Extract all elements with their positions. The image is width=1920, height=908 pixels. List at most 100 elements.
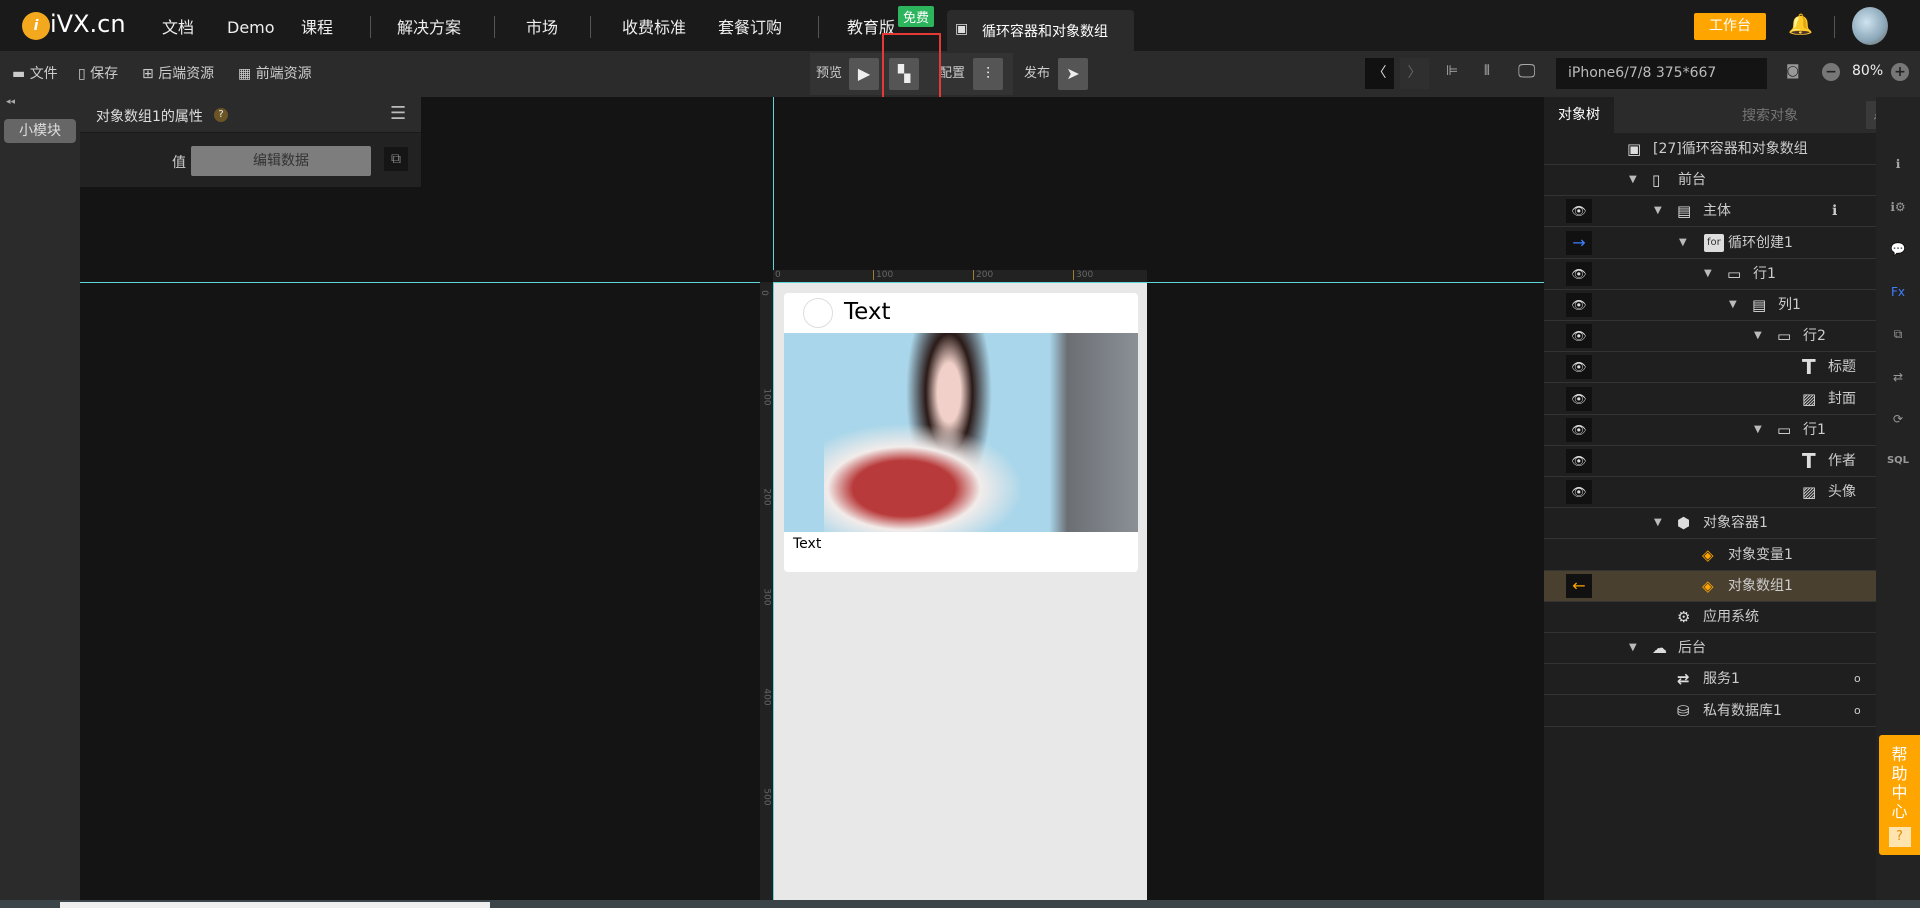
eye-icon[interactable]: 👁: [1566, 261, 1592, 286]
expand-caret-icon[interactable]: ▼: [1754, 415, 1762, 445]
expand-caret-icon[interactable]: ▼: [1679, 228, 1687, 258]
tree-item[interactable]: 👁 ▼ ▭ 行2: [1544, 321, 1876, 353]
tree-item[interactable]: ← ◈ 对象数组1: [1544, 570, 1876, 602]
expand-caret-icon[interactable]: ▼: [1729, 290, 1737, 320]
tree-item[interactable]: ⇄ 服务1 o: [1544, 664, 1876, 696]
tree-item-label: 对象变量1: [1728, 546, 1793, 563]
tree-item[interactable]: ▼ ☁ 后台: [1544, 633, 1876, 665]
eye-icon[interactable]: 👁: [1566, 386, 1592, 411]
align-icon[interactable]: ⊫: [1446, 63, 1458, 79]
arrow-left-icon[interactable]: ←: [1566, 573, 1592, 598]
tree-item[interactable]: 👁 ▨ 头像: [1544, 477, 1876, 509]
tree-item[interactable]: 👁 T 标题: [1544, 352, 1876, 384]
component-icon[interactable]: ⧉: [1886, 327, 1910, 347]
highlight-box: [882, 33, 941, 106]
expand-caret-icon[interactable]: ▼: [1654, 508, 1662, 538]
info-settings-icon[interactable]: ℹ⚙: [1886, 200, 1910, 220]
info-icon[interactable]: ℹ: [1832, 196, 1837, 226]
tree-item[interactable]: 👁 ▼ ▭ 行1: [1544, 259, 1876, 290]
refresh-icon[interactable]: ⟳: [1886, 412, 1910, 432]
screenshot-icon[interactable]: ◙: [1786, 63, 1800, 79]
nav-plans[interactable]: 套餐订购: [718, 0, 782, 51]
tree-item[interactable]: ▣ [27]循环容器和对象数组: [1544, 134, 1876, 165]
tree-item-label: 私有数据库1: [1703, 702, 1782, 719]
arrow-right-icon[interactable]: →: [1566, 230, 1592, 255]
collapse-button[interactable]: ◂◂: [6, 97, 15, 107]
transfer-icon[interactable]: ⇄: [1886, 370, 1910, 390]
project-tab[interactable]: ▣ 循环容器和对象数组: [947, 10, 1134, 51]
help-center-label: 帮助中心: [1891, 745, 1908, 821]
scrollbar[interactable]: [60, 902, 490, 908]
tree-item[interactable]: 👁 T 作者: [1544, 446, 1876, 477]
divider: [370, 16, 371, 38]
search-input[interactable]: [1732, 101, 1887, 129]
card-title: Text: [844, 299, 891, 325]
card[interactable]: Text Text: [784, 293, 1138, 572]
edit-data-button[interactable]: 编辑数据: [191, 146, 371, 176]
eye-icon[interactable]: 👁: [1566, 449, 1592, 473]
redo-button[interactable]: 〉: [1400, 58, 1429, 89]
nav-solutions[interactable]: 解决方案: [397, 0, 461, 51]
tree-item[interactable]: 👁 ▼ ▤ 列1: [1544, 290, 1876, 321]
nav-market[interactable]: 市场: [526, 0, 558, 51]
sliders-icon[interactable]: ⫶: [973, 58, 1003, 90]
module-button[interactable]: 小模块: [4, 119, 76, 143]
eye-icon[interactable]: 👁: [1566, 355, 1592, 380]
phone-preview[interactable]: Text Text: [774, 283, 1147, 900]
tree-item-label: 列1: [1778, 297, 1801, 313]
expand-caret-icon[interactable]: ▼: [1654, 196, 1662, 226]
expand-caret-icon[interactable]: ▼: [1754, 321, 1762, 351]
eye-icon[interactable]: 👁: [1566, 480, 1592, 505]
ruler-tick: 100: [761, 388, 772, 406]
eye-icon[interactable]: 👁: [1566, 199, 1592, 224]
backend-resources-button[interactable]: ⊞ 后端资源: [142, 51, 214, 97]
events-icon[interactable]: 💬: [1886, 242, 1910, 262]
tree-item[interactable]: ◈ 对象变量1: [1544, 540, 1876, 571]
bell-icon[interactable]: 🔔: [1788, 12, 1813, 36]
save-button[interactable]: ▯ 保存: [78, 51, 118, 97]
distribute-icon[interactable]: ⫴: [1484, 63, 1490, 79]
tab-object-tree[interactable]: 对象树: [1544, 97, 1614, 133]
nav-pricing[interactable]: 收费标准: [622, 0, 686, 51]
tree-item[interactable]: 👁 ▼ ▭ 行1: [1544, 415, 1876, 446]
help-center-button[interactable]: 帮助中心 ?: [1879, 735, 1920, 855]
info-icon[interactable]: ℹ: [1886, 157, 1910, 177]
properties-panel: 对象数组1的属性 ? ☰ 值 编辑数据 ⧉: [80, 97, 421, 187]
zoom-out-button[interactable]: −: [1822, 63, 1840, 81]
tree-item-label: 应用系统: [1703, 609, 1759, 625]
tree-item[interactable]: ▼ ▯ 前台: [1544, 165, 1876, 197]
workspace-button[interactable]: 工作台: [1694, 13, 1766, 40]
tree-item[interactable]: ⚙ 应用系统: [1544, 602, 1876, 633]
help-icon[interactable]: ?: [214, 108, 228, 122]
zoom-in-button[interactable]: +: [1891, 63, 1909, 81]
undo-button[interactable]: 〈: [1365, 58, 1394, 89]
logo[interactable]: iVX.cn: [50, 10, 126, 38]
device-select[interactable]: iPhone6/7/8 375*667: [1556, 58, 1767, 89]
eye-icon[interactable]: 👁: [1566, 293, 1592, 317]
ruler-tick: 300: [1073, 270, 1093, 280]
avatar[interactable]: [1852, 7, 1888, 45]
tree-item[interactable]: → ▼ for 循环创建1: [1544, 228, 1876, 259]
send-icon[interactable]: ➤: [1058, 58, 1088, 90]
play-icon[interactable]: ▶: [849, 58, 879, 90]
nav-courses[interactable]: 课程: [301, 0, 333, 51]
device-icon[interactable]: 🖵: [1518, 61, 1535, 82]
tree-item[interactable]: 👁 ▨ 封面: [1544, 384, 1876, 415]
function-icon[interactable]: Fx: [1886, 285, 1910, 305]
tree-item[interactable]: 👁 ▼ ▤ 主体 ℹ: [1544, 196, 1876, 228]
image-icon: ▨: [1802, 483, 1817, 502]
nav-demo[interactable]: Demo: [227, 0, 275, 51]
expand-caret-icon[interactable]: ▼: [1704, 259, 1712, 289]
nav-docs[interactable]: 文档: [162, 0, 194, 51]
file-menu[interactable]: ▬ 文件: [12, 51, 58, 97]
expand-caret-icon[interactable]: ▼: [1629, 165, 1637, 195]
sql-icon[interactable]: SQL: [1886, 455, 1910, 475]
eye-icon[interactable]: 👁: [1566, 417, 1592, 442]
menu-icon[interactable]: ☰: [390, 103, 406, 124]
tree-item[interactable]: ▼ ⬢ 对象容器1: [1544, 508, 1876, 540]
copy-icon[interactable]: ⧉: [384, 147, 408, 171]
tree-item[interactable]: ⛁ 私有数据库1 o: [1544, 696, 1876, 727]
eye-icon[interactable]: 👁: [1566, 324, 1592, 349]
expand-caret-icon[interactable]: ▼: [1629, 633, 1637, 663]
frontend-resources-button[interactable]: ▦ 前端资源: [238, 51, 312, 97]
